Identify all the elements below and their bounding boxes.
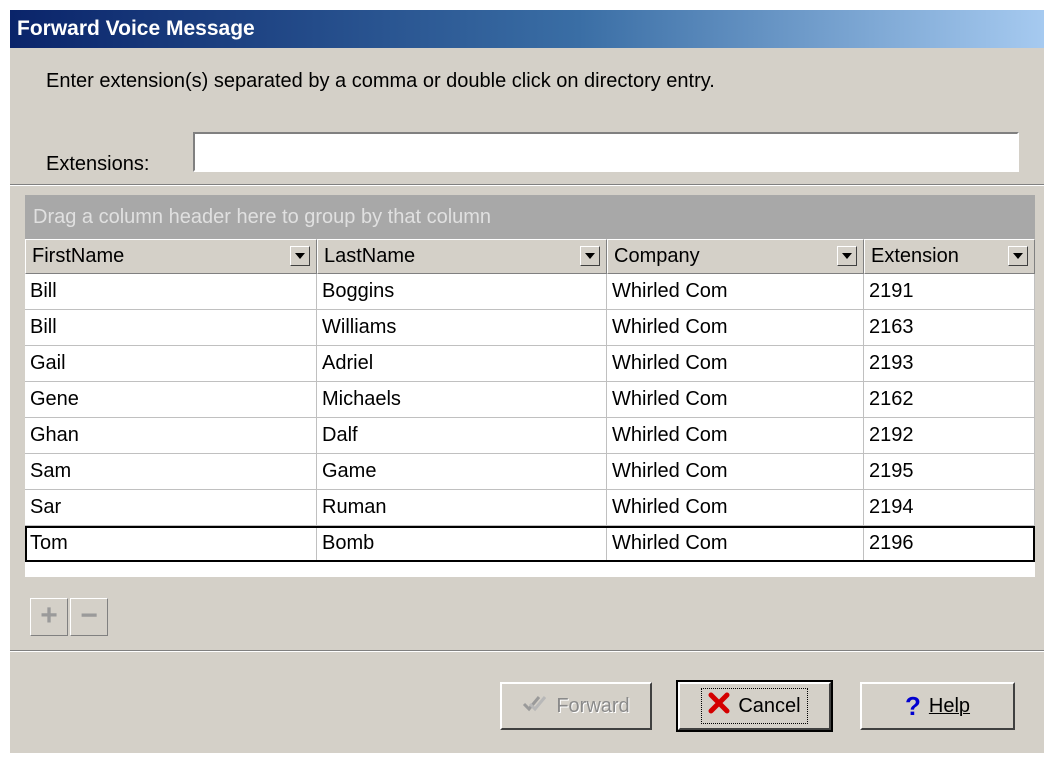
cell-firstname: Gail	[25, 346, 317, 382]
column-header-company[interactable]: Company	[607, 239, 864, 274]
cell-extension: 2196	[864, 526, 1035, 562]
cell-extension: 2163	[864, 310, 1035, 346]
remove-record-button[interactable]: −	[70, 598, 108, 636]
cell-lastname: Williams	[317, 310, 607, 346]
cancel-button-label: Cancel	[738, 694, 801, 717]
column-header-label: Company	[614, 245, 700, 267]
grid-header-row: FirstName LastName Company Extension	[25, 239, 1035, 274]
extensions-label: Extensions:	[46, 153, 150, 175]
cell-firstname: Sam	[25, 454, 317, 490]
forward-button-label: Forward	[556, 694, 630, 717]
cell-lastname: Ruman	[317, 490, 607, 526]
cell-extension: 2193	[864, 346, 1035, 382]
focus-rect: Cancel	[701, 688, 808, 724]
cell-firstname: Bill	[25, 274, 317, 310]
cell-lastname: Boggins	[317, 274, 607, 310]
cell-firstname: Tom	[25, 526, 317, 562]
cell-extension: 2192	[864, 418, 1035, 454]
filter-dropdown-icon[interactable]	[1008, 246, 1028, 266]
column-header-firstname[interactable]: FirstName	[25, 239, 317, 274]
cell-lastname: Michaels	[317, 382, 607, 418]
cell-company: Whirled Com	[607, 346, 864, 382]
table-row[interactable]: Bill Williams Whirled Com 2163	[25, 310, 1035, 346]
column-header-extension[interactable]: Extension	[864, 239, 1035, 274]
table-row[interactable]: Gene Michaels Whirled Com 2162	[25, 382, 1035, 418]
question-mark-icon: ?	[904, 690, 921, 721]
add-record-button[interactable]: +	[30, 598, 68, 636]
cell-extension: 2195	[864, 454, 1035, 490]
filter-dropdown-icon[interactable]	[290, 246, 310, 266]
cell-company: Whirled Com	[607, 454, 864, 490]
column-header-label: FirstName	[32, 245, 125, 267]
help-button[interactable]: ? Help	[860, 682, 1015, 730]
extensions-input[interactable]	[193, 132, 1019, 172]
red-x-icon	[708, 692, 730, 720]
table-row-selected[interactable]: Tom Bomb Whirled Com 2196	[25, 526, 1035, 562]
cell-firstname: Gene	[25, 382, 317, 418]
table-row[interactable]: Gail Adriel Whirled Com 2193	[25, 346, 1035, 382]
grid-rows: Bill Boggins Whirled Com 2191 Bill Willi…	[25, 274, 1035, 562]
cancel-button[interactable]: Cancel	[676, 680, 833, 732]
cell-extension: 2191	[864, 274, 1035, 310]
help-button-label: Help	[928, 694, 971, 717]
check-marks-icon	[522, 693, 548, 719]
cell-firstname: Bill	[25, 310, 317, 346]
cell-company: Whirled Com	[607, 274, 864, 310]
filter-dropdown-icon[interactable]	[580, 246, 600, 266]
table-row[interactable]: Sam Game Whirled Com 2195	[25, 454, 1035, 490]
instructions-text: Enter extension(s) separated by a comma …	[46, 70, 715, 92]
cell-company: Whirled Com	[607, 418, 864, 454]
column-header-lastname[interactable]: LastName	[317, 239, 607, 274]
cell-extension: 2162	[864, 382, 1035, 418]
column-header-label: Extension	[871, 245, 959, 267]
top-separator	[10, 184, 1044, 186]
cell-company: Whirled Com	[607, 490, 864, 526]
cell-lastname: Adriel	[317, 346, 607, 382]
table-row[interactable]: Bill Boggins Whirled Com 2191	[25, 274, 1035, 310]
cell-company: Whirled Com	[607, 382, 864, 418]
table-row[interactable]: Sar Ruman Whirled Com 2194	[25, 490, 1035, 526]
directory-grid: Drag a column header here to group by th…	[25, 195, 1035, 577]
cell-extension: 2194	[864, 490, 1035, 526]
cell-company: Whirled Com	[607, 310, 864, 346]
forward-button[interactable]: Forward	[500, 682, 652, 730]
group-by-panel[interactable]: Drag a column header here to group by th…	[25, 195, 1035, 239]
cell-firstname: Sar	[25, 490, 317, 526]
cell-company: Whirled Com	[607, 526, 864, 562]
dialog-title: Forward Voice Message	[10, 10, 1044, 48]
filter-dropdown-icon[interactable]	[837, 246, 857, 266]
cell-firstname: Ghan	[25, 418, 317, 454]
forward-voice-message-dialog: Forward Voice Message Enter extension(s)…	[10, 10, 1046, 755]
cell-lastname: Dalf	[317, 418, 607, 454]
column-header-label: LastName	[324, 245, 416, 267]
bottom-separator	[10, 650, 1044, 652]
cell-lastname: Game	[317, 454, 607, 490]
cell-lastname: Bomb	[317, 526, 607, 562]
table-row[interactable]: Ghan Dalf Whirled Com 2192	[25, 418, 1035, 454]
